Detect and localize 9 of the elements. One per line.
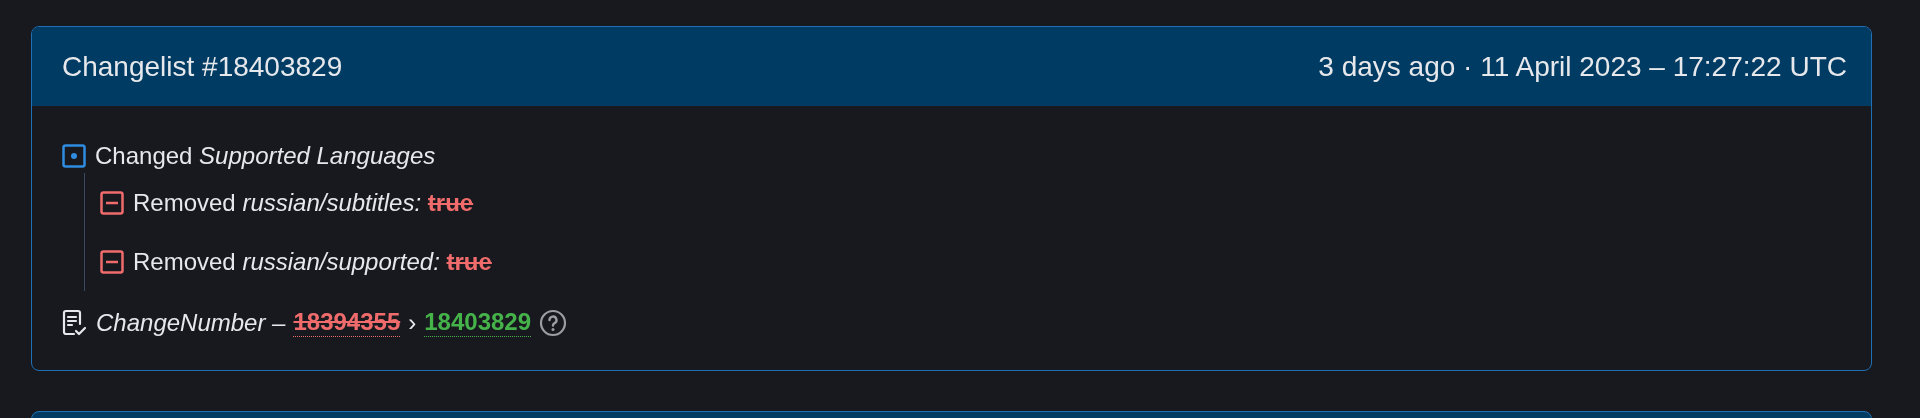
change-text: Removed russian/subtitles: true: [133, 188, 474, 217]
new-value: 18403829: [424, 308, 531, 337]
changelist-title: Changelist #18403829: [62, 50, 343, 83]
old-value: 18394355: [293, 308, 401, 337]
arrow-separator: ›: [408, 308, 417, 337]
change-text: Removed russian/supported: true: [133, 247, 492, 276]
timestamp: 3 days ago · 11 April 2023 – 17:27:22 UTC: [1318, 50, 1847, 83]
field-name: ChangeNumber –: [96, 308, 286, 337]
change-text: Changed Supported Languages: [95, 141, 436, 170]
